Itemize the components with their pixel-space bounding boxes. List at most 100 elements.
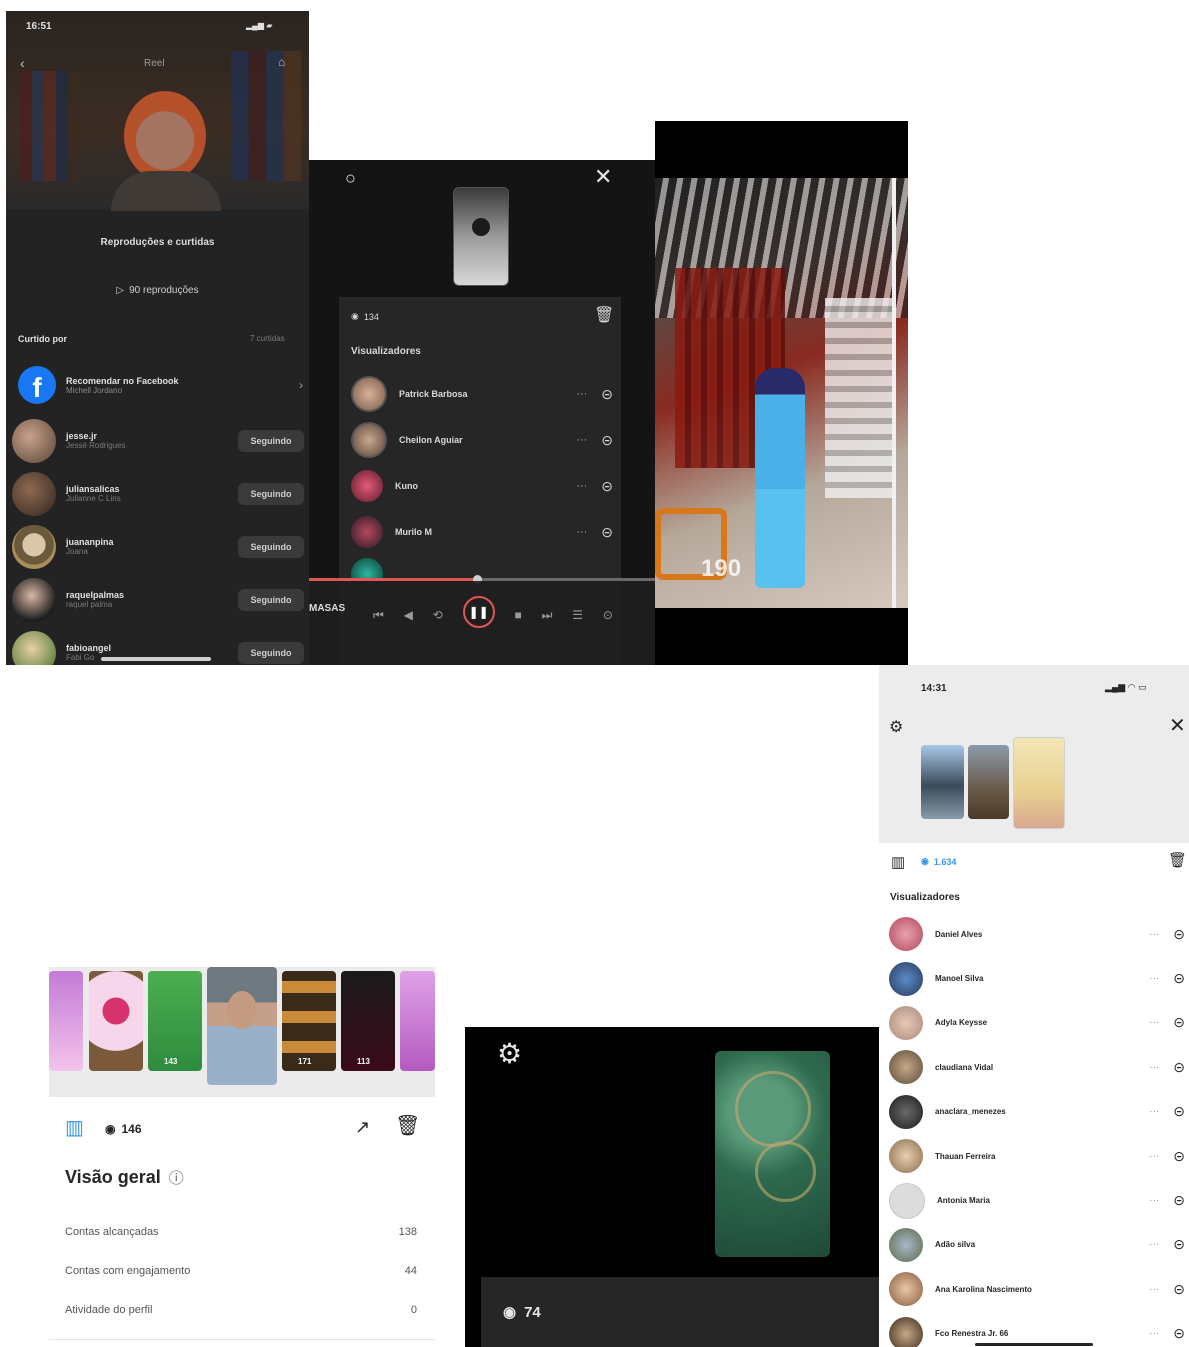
camera-icon[interactable]: ⌂ [278,55,285,69]
list-item[interactable]: Adão silva ··· ⊝ [889,1223,1185,1267]
trending-icon[interactable]: ↗ [355,1117,370,1138]
list-item[interactable]: Ana Karolina Nascimento ··· ⊝ [889,1267,1185,1311]
skip-forward-icon[interactable]: ⏭ [542,608,553,623]
list-item[interactable]: anaclara_menezes ··· ⊝ [889,1090,1185,1134]
list-item[interactable]: Cheilon Aguiar ··· ⊝ [351,417,613,463]
stat-row[interactable]: Atividade do perfil 0 [65,1290,417,1329]
story-thumbnail[interactable] [715,1051,830,1257]
play-icon: ▷ [116,285,125,296]
story-thumbnail[interactable] [968,745,1009,819]
list-item[interactable]: raquelpalmas raquel palma Seguindo [12,573,304,626]
reply-icon[interactable]: ⊝ [1173,970,1185,987]
reply-icon[interactable]: ⊝ [601,386,613,403]
options-icon[interactable]: ⊙ [603,608,613,622]
stat-value: 0 [410,1303,417,1316]
settings-icon[interactable]: ⚙ [497,1037,522,1070]
more-icon[interactable]: ··· [1149,1239,1159,1250]
info-icon[interactable]: ⓘ [169,1167,184,1188]
trash-icon[interactable]: 🗑 [395,1113,420,1138]
player-controls: ⏮ ◀ ⟲ ❚❚ ■ ⏭ ☰ ⊙ [373,596,613,628]
more-icon[interactable]: ··· [1149,1328,1159,1339]
stat-row[interactable]: Contas alcançadas 138 [65,1212,417,1251]
reply-icon[interactable]: ⊝ [1173,1014,1185,1031]
trash-icon[interactable]: 🗑 [1168,851,1187,869]
following-button[interactable]: Seguindo [238,641,304,664]
more-icon[interactable]: ··· [1149,1062,1159,1073]
trash-icon[interactable]: 🗑 [594,305,614,325]
insights-chart-icon[interactable]: ▥ [65,1115,84,1140]
following-button[interactable]: Seguindo [238,482,304,505]
list-item[interactable]: juliansalicas Julianne C Lins Seguindo [12,467,304,520]
reply-icon[interactable]: ⊝ [601,524,613,541]
list-item[interactable]: Thauan Ferreira ··· ⊝ [889,1134,1185,1178]
facebook-subtitle: Michell Jordano [66,385,123,395]
reply-icon[interactable]: ⊝ [601,432,613,449]
list-item[interactable]: claudiana Vidal ··· ⊝ [889,1045,1185,1089]
more-icon[interactable]: ··· [1149,1106,1159,1117]
reply-icon[interactable]: ⊝ [1173,1148,1185,1165]
list-item[interactable]: Antonia Maria ··· ⊝ [889,1178,1185,1222]
story-thumbnail[interactable] [49,971,83,1071]
volume-icon[interactable]: ◀ [404,608,413,622]
stop-icon[interactable]: ■ [514,608,521,622]
list-item[interactable]: juananpina Joana Seguindo [12,520,304,573]
more-icon[interactable]: ··· [576,388,587,400]
pause-button[interactable]: ❚❚ [462,596,495,628]
list-item[interactable]: jesse.jr Jessé Rodrigues Seguindo [12,414,304,467]
more-icon[interactable]: ··· [576,526,587,538]
list-item[interactable]: Kuno ··· ⊝ [351,463,613,509]
back-chevron-icon[interactable]: ‹ [20,55,25,71]
insights-chart-icon[interactable]: ▥ [891,853,905,871]
loop-icon[interactable]: ⟲ [433,608,443,622]
list-item[interactable]: Daniel Alves ··· ⊝ [889,912,1185,956]
reply-icon[interactable]: ⊝ [1173,1325,1185,1342]
list-item[interactable]: Adyla Keysse ··· ⊝ [889,1001,1185,1045]
playlist-icon[interactable]: ☰ [572,608,583,622]
list-item[interactable]: Patrick Barbosa ··· ⊝ [351,371,613,417]
settings-icon[interactable]: ⚙ [889,717,903,737]
story-thumbnail[interactable] [453,187,509,286]
facebook-recommend-row[interactable]: f Recomendar no Facebook Michell Jordano… [18,365,303,405]
more-icon[interactable]: ··· [1149,1017,1159,1028]
following-button[interactable]: Seguindo [238,535,304,558]
more-icon[interactable]: ··· [1149,973,1159,984]
following-button[interactable]: Seguindo [238,588,304,611]
video-image [655,178,908,608]
close-icon[interactable]: ✕ [594,164,612,190]
reply-icon[interactable]: ⊝ [1173,1103,1185,1120]
more-icon[interactable]: ··· [1149,1284,1159,1295]
following-button[interactable]: Seguindo [238,429,304,452]
story-thumbnail[interactable] [921,745,964,819]
reply-icon[interactable]: ⊝ [1173,926,1185,943]
header-title: Reel [144,58,165,69]
liked-by-label: Curtido por [18,334,67,344]
story-thumbnail[interactable] [89,971,143,1071]
story-thumbnail-selected[interactable] [207,967,277,1085]
story-thumbnail-selected[interactable] [1013,737,1065,829]
reply-icon[interactable]: ⊝ [601,478,613,495]
reply-icon[interactable]: ⊝ [1173,1059,1185,1076]
story-thumbnail[interactable]: 143 [148,971,202,1071]
story-thumbnail[interactable]: 113 [341,971,395,1071]
list-item[interactable] [351,555,613,579]
settings-icon[interactable]: ○ [345,168,356,189]
story-thumbnail[interactable] [400,971,435,1071]
reply-icon[interactable]: ⊝ [1173,1192,1185,1209]
list-item[interactable]: Murilo M ··· ⊝ [351,509,613,555]
more-icon[interactable]: ··· [1149,1151,1159,1162]
panel-video-frame: 190 [655,121,908,665]
stat-row[interactable]: Contas com engajamento 44 [65,1251,417,1290]
list-item[interactable]: Manoel Silva ··· ⊝ [889,956,1185,1000]
more-icon[interactable]: ··· [576,434,587,446]
more-icon[interactable]: ··· [1149,929,1159,940]
skip-back-icon[interactable]: ⏮ [373,608,384,623]
reply-icon[interactable]: ⊝ [1173,1281,1185,1298]
close-icon[interactable]: ✕ [1169,713,1186,738]
views-count: 74 [524,1303,541,1321]
more-icon[interactable]: ··· [576,480,587,492]
reply-icon[interactable]: ⊝ [1173,1236,1185,1253]
stat-label: Contas com engajamento [65,1264,191,1277]
list-item[interactable]: Fco Renestra Jr. 66 ··· ⊝ [889,1312,1185,1347]
more-icon[interactable]: ··· [1149,1195,1159,1206]
story-thumbnail[interactable]: 171 [282,971,336,1071]
